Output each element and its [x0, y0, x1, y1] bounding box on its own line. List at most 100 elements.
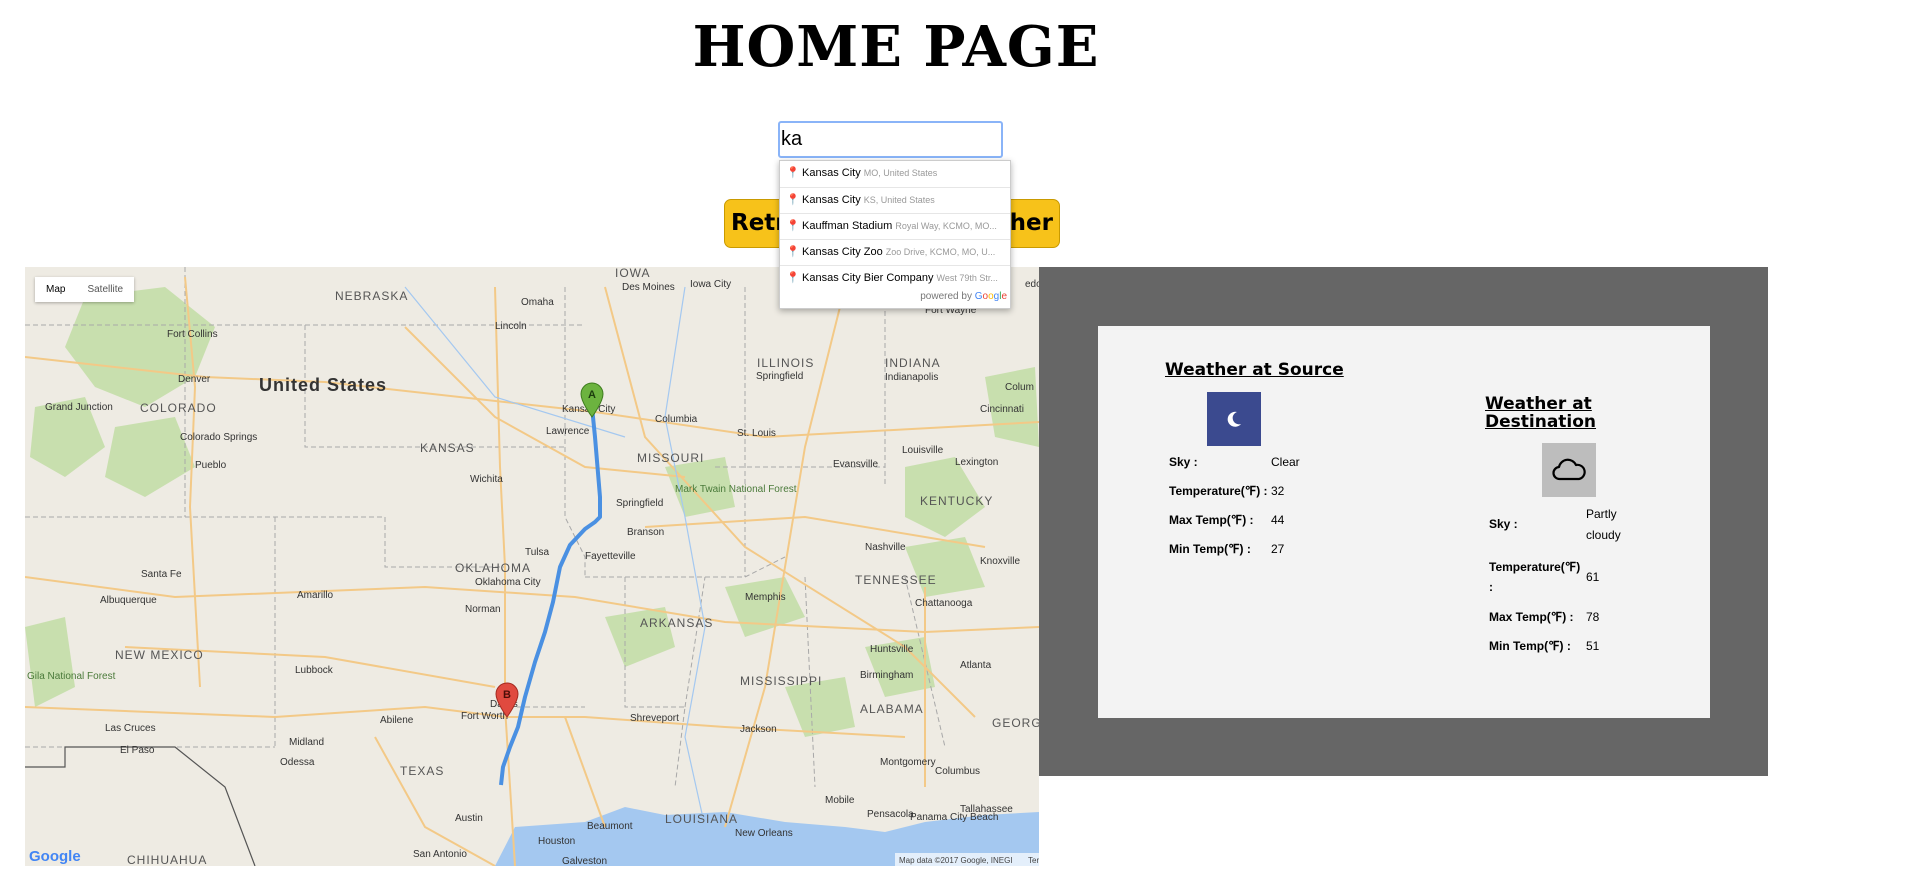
autocomplete-dropdown: 📍 Kansas City MO, United States 📍 Kansas C…	[779, 160, 1011, 309]
city-label: Evansville	[833, 459, 878, 470]
state-label: COLORADO	[140, 401, 217, 415]
autocomplete-item[interactable]: 📍 Kauffman Stadium Royal Way, KCMO, MO...	[780, 213, 1010, 239]
location-pin-icon: 📍	[786, 272, 800, 284]
moon-icon	[1207, 392, 1261, 446]
powered-by-text: powered by	[920, 291, 972, 302]
map-type-map-button[interactable]: Map	[35, 277, 76, 302]
city-label: Las Cruces	[105, 723, 156, 734]
autocomplete-main: Kansas City Bier Company	[802, 272, 934, 284]
source-max-label: Max Temp(℉) :	[1169, 513, 1254, 527]
route-map[interactable]: Map Satellite NEBRASKA IOWA KANSAS MISSO…	[25, 267, 1039, 866]
city-label: Omaha	[521, 297, 554, 308]
page-title: HOME PAGE	[692, 14, 1100, 80]
city-label: Norman	[465, 604, 501, 615]
city-label: Huntsville	[870, 644, 914, 655]
autocomplete-main: Kansas City	[802, 194, 861, 206]
city-label: Galveston	[562, 856, 607, 866]
autocomplete-secondary: MO, United States	[863, 168, 938, 178]
city-label: Austin	[455, 813, 483, 824]
state-label: LOUISIANA	[665, 812, 738, 826]
autocomplete-item[interactable]: 📍 Kansas City MO, United States	[780, 161, 1010, 187]
city-label: Chattanooga	[915, 598, 973, 609]
city-label: Louisville	[902, 445, 944, 456]
city-label: Colum	[1005, 382, 1034, 393]
marker-a-label: A	[588, 389, 596, 401]
city-label: Amarillo	[297, 590, 334, 601]
state-label: ALABAMA	[860, 702, 924, 716]
source-sky-label: Sky :	[1169, 455, 1198, 469]
city-label: Houston	[538, 836, 575, 847]
source-sky-value: Clear	[1271, 455, 1300, 469]
map-terms-link[interactable]: Ter	[1028, 856, 1039, 865]
city-label: Iowa City	[690, 279, 731, 290]
search-input[interactable]	[778, 121, 1003, 158]
state-label: ARKANSAS	[640, 616, 713, 630]
state-label: KENTUCKY	[920, 494, 993, 508]
destination-title-line1: Weather at	[1485, 394, 1592, 414]
destination-sky-value-line1: Partly	[1586, 507, 1617, 521]
source-weather-title: Weather at Source	[1165, 360, 1344, 380]
state-label: NEBRASKA	[335, 289, 408, 303]
city-label: edo	[1025, 279, 1039, 290]
autocomplete-main: Kansas City Zoo	[802, 246, 883, 258]
google-logo: Google	[974, 291, 1007, 302]
city-label: Nashville	[865, 542, 906, 553]
city-label: Santa Fe	[141, 569, 182, 580]
city-label: Pueblo	[195, 460, 227, 471]
powered-by-google: powered by Google	[780, 291, 1010, 308]
source-max-value: 44	[1271, 513, 1285, 527]
city-label: Springfield	[756, 371, 803, 382]
city-label: Tallahassee	[960, 804, 1013, 815]
destination-max-value: 78	[1586, 610, 1600, 624]
destination-min-label: Min Temp(℉) :	[1489, 639, 1571, 653]
state-label: CHIHUAHUA	[127, 853, 207, 866]
state-label: OKLAHOMA	[455, 561, 531, 575]
destination-sky-value-line2: cloudy	[1586, 528, 1621, 542]
city-label: Lexington	[955, 457, 998, 468]
city-label: San Antonio	[413, 849, 467, 860]
google-map-logo: Google	[29, 848, 81, 865]
city-label: New Orleans	[735, 828, 793, 839]
city-label: Oklahoma City	[475, 577, 541, 588]
map-type-satellite-button[interactable]: Satellite	[76, 277, 134, 302]
source-temp-label: Temperature(℉) :	[1169, 484, 1268, 498]
city-label: Odessa	[280, 757, 315, 768]
location-pin-icon: 📍	[786, 167, 800, 179]
state-label: TEXAS	[400, 764, 444, 778]
destination-temp-value: 61	[1586, 570, 1600, 584]
autocomplete-item[interactable]: 📍 Kansas City Bier Company West 79th Str.…	[780, 265, 1010, 291]
city-label: Des Moines	[622, 282, 675, 293]
city-label: Gila National Forest	[27, 671, 116, 682]
autocomplete-item[interactable]: 📍 Kansas City KS, United States	[780, 187, 1010, 213]
city-label: Lawrence	[546, 426, 590, 437]
rivers	[404, 286, 706, 828]
city-label: Colorado Springs	[180, 432, 257, 443]
state-label: TENNESSEE	[855, 573, 937, 587]
city-label: Fort Worth	[461, 711, 508, 722]
city-label: Columbus	[935, 766, 980, 777]
location-pin-icon: 📍	[786, 246, 800, 258]
city-label: Pensacola	[867, 809, 914, 820]
weather-card: Weather at Source Sky : Clear Temperatur…	[1098, 326, 1710, 718]
city-label: Knoxville	[980, 556, 1020, 567]
city-label: Lubbock	[295, 665, 334, 676]
autocomplete-secondary: Royal Way, KCMO, MO...	[895, 221, 997, 231]
state-label: GEORGI	[992, 716, 1039, 730]
autocomplete-item[interactable]: 📍 Kansas City Zoo Zoo Drive, KCMO, MO, U.…	[780, 239, 1010, 265]
city-label: Branson	[627, 527, 664, 538]
autocomplete-secondary: KS, United States	[863, 195, 935, 205]
map-canvas: NEBRASKA IOWA KANSAS MISSOURI ILLINOIS I…	[25, 267, 1039, 866]
state-labels: NEBRASKA IOWA KANSAS MISSOURI ILLINOIS I…	[115, 267, 1039, 866]
location-pin-icon: 📍	[786, 194, 800, 206]
autocomplete-main: Kansas City	[802, 167, 861, 179]
city-label: Abilene	[380, 715, 414, 726]
weather-panel: Weather at Source Sky : Clear Temperatur…	[1039, 267, 1768, 776]
cloud-icon	[1542, 443, 1596, 497]
autocomplete-main: Kauffman Stadium	[802, 220, 893, 232]
city-label: Fort Collins	[167, 329, 218, 340]
city-label: St. Louis	[737, 428, 776, 439]
city-label: Mobile	[825, 795, 855, 806]
city-label: Atlanta	[960, 660, 992, 671]
destination-title-line2: Destination	[1485, 412, 1597, 432]
city-label: Shreveport	[630, 713, 679, 724]
